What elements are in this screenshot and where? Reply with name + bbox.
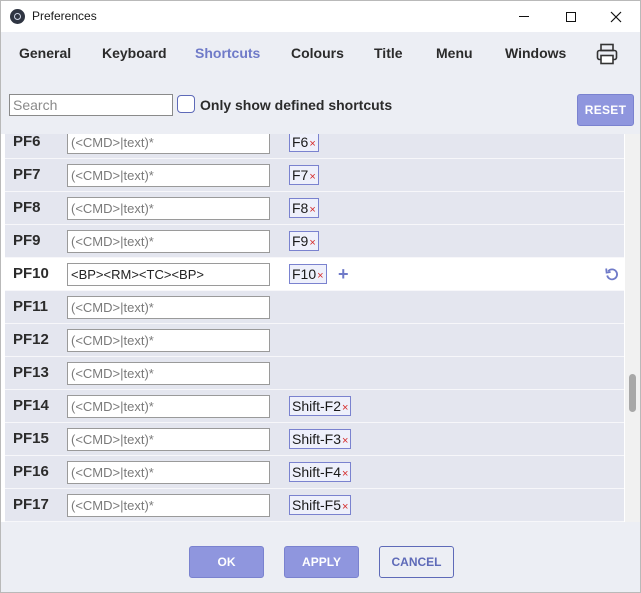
maximize-button[interactable] <box>548 1 594 32</box>
shortcut-key-label: PF14 <box>13 397 49 414</box>
shortcut-chip: Shift-F5× <box>289 495 352 515</box>
shortcut-key-label: PF6 <box>13 134 41 150</box>
tab-title[interactable]: Title <box>374 45 403 61</box>
table-row[interactable]: PF10 <BP><RM><TC><BP> F10× + <box>5 258 624 291</box>
reset-button[interactable]: RESET <box>577 94 634 126</box>
shortcut-chip: Shift-F3× <box>289 429 352 449</box>
command-input[interactable]: <BP><RM><TC><BP> <box>67 263 270 286</box>
close-button[interactable] <box>593 1 639 32</box>
command-input[interactable]: (<CMD>|text)* <box>67 164 270 187</box>
remove-shortcut-icon[interactable]: × <box>342 501 348 513</box>
close-icon <box>610 11 622 22</box>
command-input[interactable]: (<CMD>|text)* <box>67 134 270 154</box>
shortcut-key-label: PF17 <box>13 496 49 513</box>
table-row[interactable]: PF12 (<CMD>|text)* <box>5 324 624 357</box>
tab-menu[interactable]: Menu <box>436 45 473 61</box>
table-row[interactable]: PF6 (<CMD>|text)* F6× <box>5 134 624 159</box>
minimize-button[interactable] <box>501 1 547 32</box>
app-icon <box>10 9 25 24</box>
preferences-window: Preferences General Keyboard Shortcuts C… <box>0 0 641 593</box>
remove-shortcut-icon[interactable]: × <box>342 402 348 414</box>
apply-button[interactable]: APPLY <box>284 546 359 578</box>
shortcut-key-label: PF12 <box>13 331 49 348</box>
command-input[interactable]: (<CMD>|text)* <box>67 296 270 319</box>
shortcut-key-label: PF10 <box>13 265 49 282</box>
shortcut-key-label: PF7 <box>13 166 41 183</box>
shortcut-chip: F6× <box>289 134 319 152</box>
tab-colours[interactable]: Colours <box>291 45 344 61</box>
table-row[interactable]: PF11 (<CMD>|text)* <box>5 291 624 324</box>
remove-shortcut-icon[interactable]: × <box>309 237 315 249</box>
shortcut-key-label: PF16 <box>13 463 49 480</box>
table-row[interactable]: PF14 (<CMD>|text)* Shift-F2× <box>5 390 624 423</box>
table-row[interactable]: PF8 (<CMD>|text)* F8× <box>5 192 624 225</box>
tab-windows[interactable]: Windows <box>505 45 566 61</box>
shortcut-key-label: PF11 <box>13 298 49 315</box>
shortcut-chip-label: F6 <box>292 134 309 150</box>
shortcut-chip-label: F8 <box>292 200 309 216</box>
window-title: Preferences <box>32 9 97 23</box>
command-input[interactable]: (<CMD>|text)* <box>67 230 270 253</box>
shortcut-chip: F7× <box>289 165 319 185</box>
table-row[interactable]: PF17 (<CMD>|text)* Shift-F5× <box>5 489 624 522</box>
shortcut-chip-label: Shift-F2 <box>292 398 342 414</box>
shortcut-chip: Shift-F4× <box>289 462 352 482</box>
tab-bar: General Keyboard Shortcuts Colours Title… <box>1 32 640 76</box>
table-row[interactable]: PF15 (<CMD>|text)* Shift-F3× <box>5 423 624 456</box>
table-row[interactable]: PF7 (<CMD>|text)* F7× <box>5 159 624 192</box>
remove-shortcut-icon[interactable]: × <box>342 468 348 480</box>
command-input[interactable]: (<CMD>|text)* <box>67 395 270 418</box>
remove-shortcut-icon[interactable]: × <box>309 204 315 216</box>
shortcut-key-label: PF13 <box>13 364 49 381</box>
scrollbar-thumb[interactable] <box>629 374 636 412</box>
cancel-button[interactable]: CANCEL <box>379 546 454 578</box>
shortcut-key-label: PF15 <box>13 430 49 447</box>
tab-keyboard[interactable]: Keyboard <box>102 45 167 61</box>
shortcut-chip-label: F9 <box>292 233 309 249</box>
remove-shortcut-icon[interactable]: × <box>309 171 315 183</box>
shortcut-chip: F8× <box>289 198 319 218</box>
shortcut-chip-label: Shift-F5 <box>292 497 342 513</box>
remove-shortcut-icon[interactable]: × <box>309 138 315 150</box>
command-input[interactable]: (<CMD>|text)* <box>67 428 270 451</box>
table-row[interactable]: PF13 (<CMD>|text)* <box>5 357 624 390</box>
remove-shortcut-icon[interactable]: × <box>342 435 348 447</box>
shortcut-chip-label: Shift-F4 <box>292 464 342 480</box>
remove-shortcut-icon[interactable]: × <box>317 270 323 282</box>
command-input[interactable]: (<CMD>|text)* <box>67 494 270 517</box>
shortcut-chip: F10× <box>289 264 327 284</box>
only-defined-label: Only show defined shortcuts <box>200 97 393 113</box>
title-bar: Preferences <box>1 1 640 32</box>
shortcut-key-label: PF9 <box>13 232 41 249</box>
shortcut-chip-label: Shift-F3 <box>292 431 342 447</box>
table-row[interactable]: PF16 (<CMD>|text)* Shift-F4× <box>5 456 624 489</box>
ok-button[interactable]: OK <box>189 546 264 578</box>
search-input[interactable] <box>9 94 173 116</box>
list-scrollbar[interactable] <box>625 134 640 522</box>
command-input[interactable]: (<CMD>|text)* <box>67 461 270 484</box>
tab-general[interactable]: General <box>19 45 71 61</box>
only-defined-checkbox[interactable] <box>177 95 195 113</box>
shortcut-chip-label: F10 <box>292 266 317 282</box>
shortcut-chip: F9× <box>289 231 319 251</box>
shortcut-list: PF6 (<CMD>|text)* F6× PF7 (<CMD>|text)* F7× PF… <box>5 134 624 522</box>
shortcut-chip: Shift-F2× <box>289 396 352 416</box>
toolbar: Only show defined shortcuts RESET <box>1 76 640 134</box>
footer: OK APPLY CANCEL <box>1 522 640 592</box>
printer-icon[interactable] <box>595 42 619 66</box>
command-input[interactable]: (<CMD>|text)* <box>67 362 270 385</box>
minimize-icon <box>519 16 529 17</box>
command-input[interactable]: (<CMD>|text)* <box>67 329 270 352</box>
tab-shortcuts[interactable]: Shortcuts <box>195 45 260 61</box>
shortcut-key-label: PF8 <box>13 199 41 216</box>
maximize-icon <box>566 11 576 22</box>
add-shortcut-icon[interactable]: + <box>338 264 349 285</box>
revert-icon[interactable] <box>605 267 619 281</box>
shortcut-chip-label: F7 <box>292 167 309 183</box>
command-input[interactable]: (<CMD>|text)* <box>67 197 270 220</box>
table-row[interactable]: PF9 (<CMD>|text)* F9× <box>5 225 624 258</box>
